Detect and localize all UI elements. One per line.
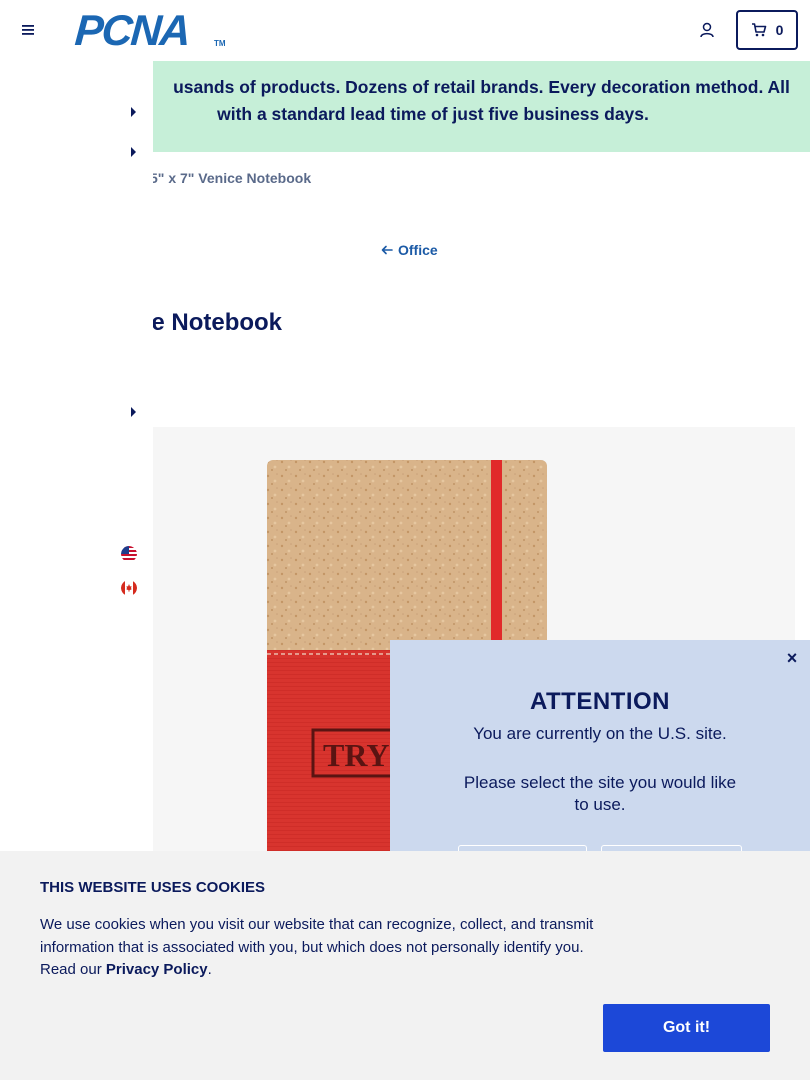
attention-select-text: Please select the site you would like to… — [463, 773, 737, 814]
logo-trademark: TM — [214, 39, 226, 48]
accept-cookies-button[interactable]: Got it! — [603, 1004, 770, 1052]
product-title: ce Notebook — [138, 309, 283, 336]
cookie-period: . — [207, 961, 212, 978]
breadcrumb[interactable]: 5" x 7" Venice Notebook — [150, 170, 311, 186]
expand-triangle-icon[interactable] — [131, 147, 136, 157]
arrow-left-icon — [381, 245, 393, 255]
side-panel — [0, 61, 153, 851]
logo-text: PCNA — [73, 7, 191, 55]
cookie-text: We use cookies when you visit our websit… — [40, 914, 610, 982]
cart-icon — [751, 23, 766, 37]
cart-button[interactable]: 0 — [736, 10, 798, 50]
site-header: PCNA TM 0 — [0, 0, 810, 61]
account-icon[interactable] — [698, 21, 716, 39]
promo-banner-line2: with a standard lead time of just five b… — [217, 104, 649, 124]
cart-count: 0 — [775, 22, 784, 38]
pcna-logo[interactable]: PCNA TM — [73, 7, 226, 55]
promo-banner-line1: usands of products. Dozens of retail bra… — [173, 77, 790, 97]
cookie-banner: THIS WEBSITE USES COOKIES We use cookies… — [0, 851, 810, 1080]
expand-triangle-icon[interactable] — [131, 107, 136, 117]
canada-flag-icon[interactable] — [121, 580, 137, 596]
back-link-label: Office — [398, 242, 438, 258]
attention-subtitle: You are currently on the U.S. site. — [473, 724, 727, 743]
promo-banner: usands of products. Dozens of retail bra… — [153, 61, 810, 152]
us-flag-icon[interactable] — [121, 546, 137, 562]
attention-title: ATTENTION — [529, 688, 671, 715]
menu-icon[interactable] — [20, 22, 36, 38]
privacy-policy-link[interactable]: Privacy Policy — [106, 961, 208, 978]
cookie-title: THIS WEBSITE USES COOKIES — [40, 879, 266, 896]
site-selector-modal: × ATTENTION You are currently on the U.S… — [390, 640, 810, 857]
back-to-office-link[interactable]: Office — [381, 242, 438, 258]
product-imprint: TRY — [323, 737, 389, 773]
close-icon[interactable]: × — [784, 649, 800, 667]
expand-triangle-icon[interactable] — [131, 407, 136, 417]
